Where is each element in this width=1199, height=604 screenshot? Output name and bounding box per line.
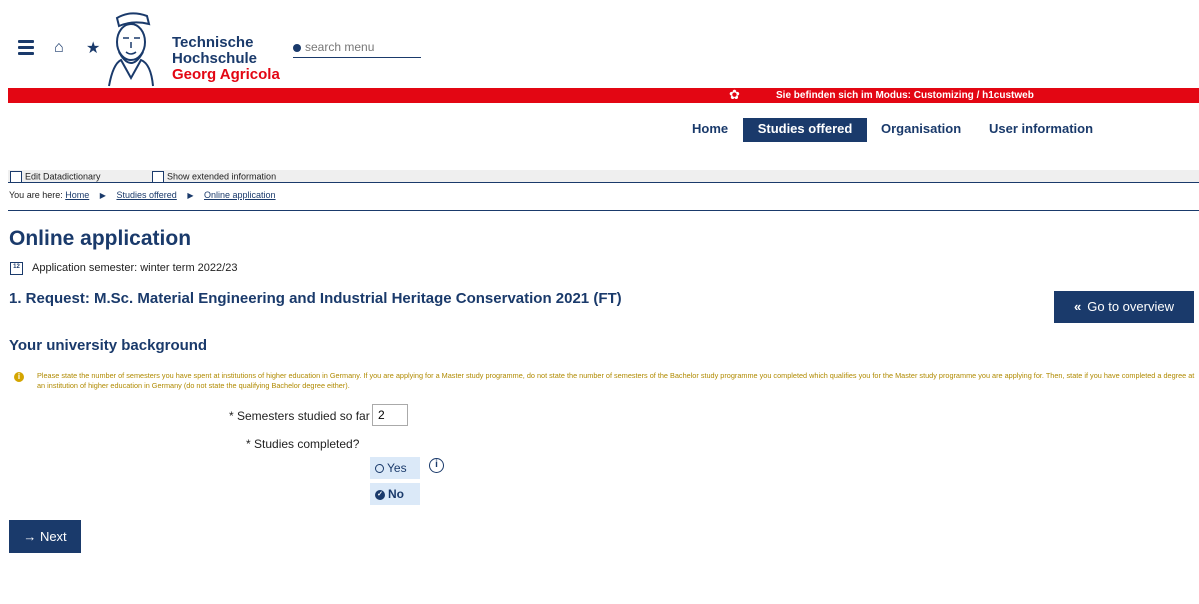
checkbox[interactable] <box>10 171 22 183</box>
radio-no[interactable]: ✓ No <box>370 483 420 505</box>
nav-user-information[interactable]: User information <box>989 118 1093 142</box>
breadcrumb: You are here: Home ▶ Studies offered ▶ O… <box>9 190 276 200</box>
section-heading: Your university background <box>9 337 208 354</box>
nav-studies-offered[interactable]: Studies offered <box>743 118 867 142</box>
next-button[interactable]: → Next <box>9 520 81 553</box>
breadcrumb-studies[interactable]: Studies offered <box>116 190 176 200</box>
request-title: 1. Request: M.Sc. Material Engineering a… <box>9 290 622 307</box>
divider <box>8 210 1199 211</box>
application-semester: Application semester: winter term 2022/2… <box>32 262 238 274</box>
chevron-right-icon: ▶ <box>99 191 106 200</box>
edit-datadictionary-option[interactable]: Edit Datadictionary <box>10 171 101 183</box>
double-chevron-left-icon: « <box>1074 299 1082 314</box>
breadcrumb-online-application[interactable]: Online application <box>204 190 276 200</box>
star-icon[interactable]: ★ <box>86 38 100 58</box>
menu-icon[interactable] <box>18 40 34 56</box>
go-to-overview-button[interactable]: « Go to overview <box>1054 291 1194 323</box>
check-circle-icon: ✓ <box>375 489 385 500</box>
search-input[interactable]: search menu <box>293 40 421 58</box>
radio-yes[interactable]: Yes <box>370 457 420 479</box>
show-extended-info-option[interactable]: Show extended information <box>152 171 276 183</box>
nav-home[interactable]: Home <box>692 118 728 142</box>
breadcrumb-prefix: You are here: <box>9 190 63 200</box>
edit-datadictionary-label: Edit Datadictionary <box>25 171 101 182</box>
next-label: Next <box>39 529 67 544</box>
radio-circle-icon <box>375 464 384 474</box>
logo-line-1: Technische <box>172 34 254 51</box>
info-icon: i <box>14 372 24 382</box>
show-extended-info-label: Show extended information <box>167 171 277 182</box>
radio-no-label: No <box>388 487 404 501</box>
go-to-overview-label: Go to overview <box>1087 299 1174 314</box>
logo-icon <box>108 12 154 87</box>
calendar-icon: 12 <box>10 262 23 275</box>
logo-text: Technische Hochschule Georg Agricola <box>172 35 280 83</box>
search-icon <box>293 43 301 52</box>
info-icon[interactable]: i <box>429 458 444 473</box>
semesters-label: * Semesters studied so far <box>229 409 370 423</box>
studies-completed-label: * Studies completed? <box>246 437 360 451</box>
gear-icon[interactable]: ✿ <box>729 87 740 103</box>
hint-text: Please state the number of semesters you… <box>37 371 1195 390</box>
search-placeholder: search menu <box>305 40 375 54</box>
page-title: Online application <box>9 227 192 250</box>
logo-line-2: Hochschule <box>172 50 258 67</box>
logo-line-3: Georg Agricola <box>172 66 280 83</box>
chevron-right-icon: ▶ <box>187 191 194 200</box>
radio-yes-label: Yes <box>387 461 407 475</box>
home-icon[interactable]: ⌂ <box>54 39 64 57</box>
arrow-right-icon: → <box>23 529 40 544</box>
breadcrumb-home[interactable]: Home <box>65 190 89 200</box>
checkbox[interactable] <box>152 171 164 183</box>
mode-text: Sie befinden sich im Modus: Customizing … <box>776 90 1034 101</box>
nav-organisation[interactable]: Organisation <box>881 118 961 142</box>
semesters-input[interactable] <box>372 404 408 426</box>
